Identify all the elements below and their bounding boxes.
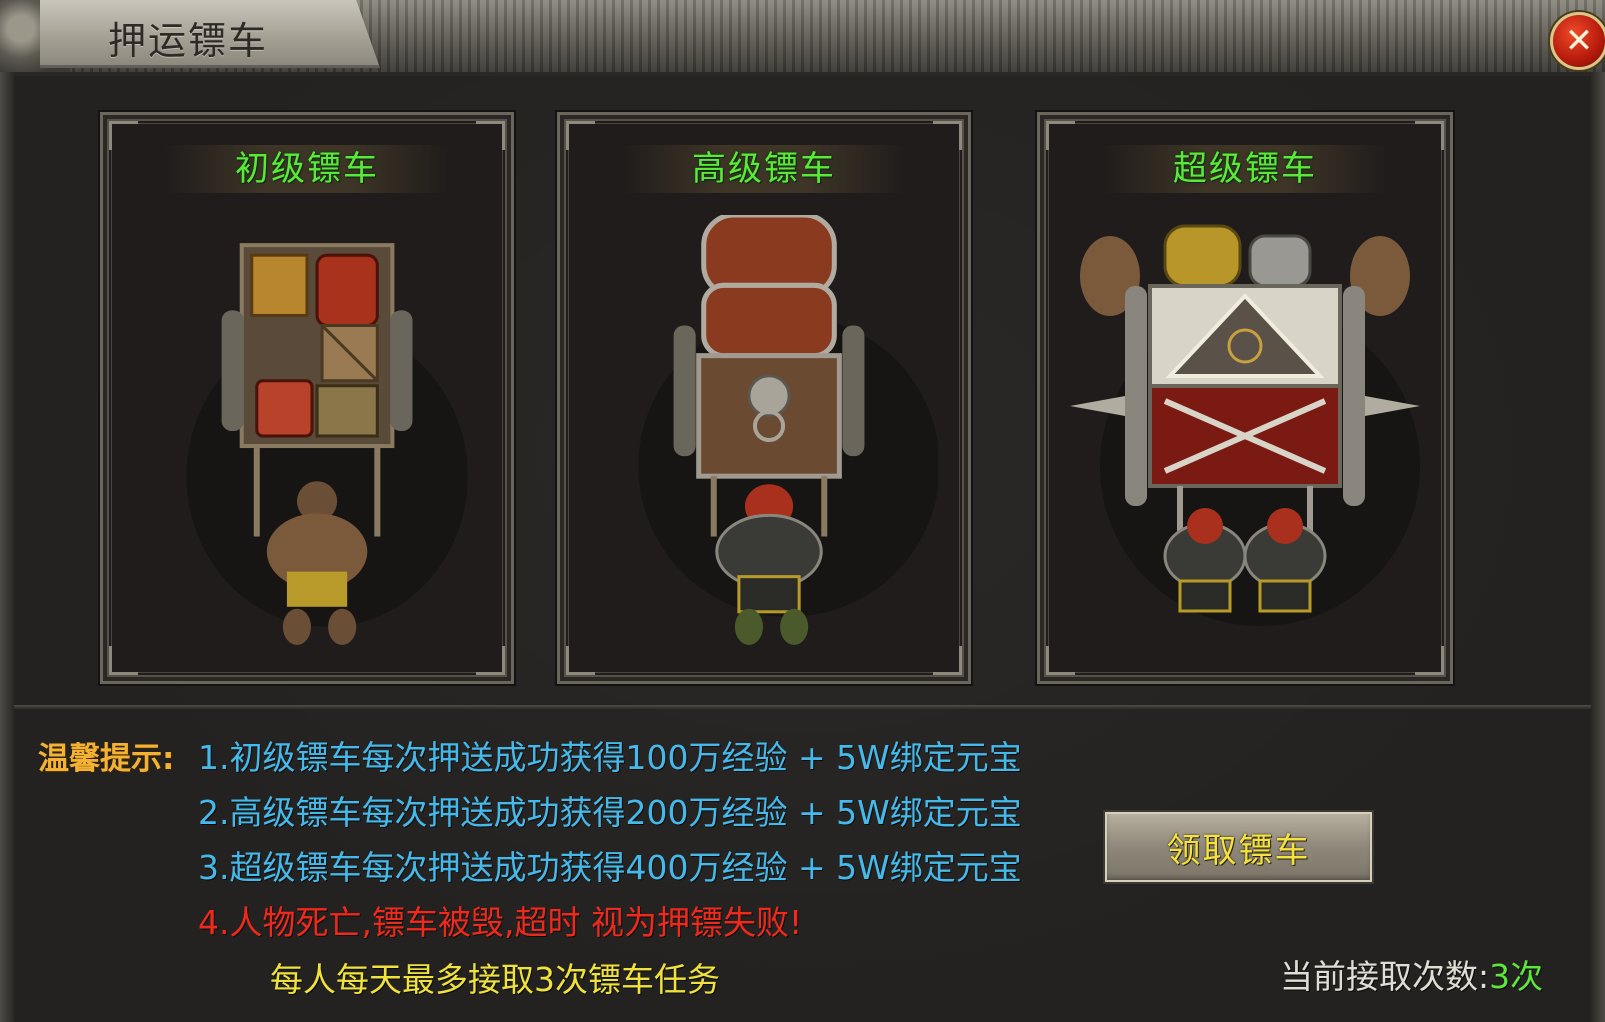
section-divider — [14, 705, 1591, 709]
cart-title-advanced: 高级镖车 — [560, 145, 968, 193]
frame-left — [0, 72, 14, 1022]
accept-cart-button[interactable]: 领取镖车 — [1103, 810, 1374, 884]
cart-card-basic[interactable]: 初级镖车 — [100, 112, 514, 684]
close-button[interactable]: ✕ — [1550, 12, 1605, 70]
accept-count-label: 当前接取次数: — [1280, 957, 1490, 996]
window-title: 押运镖车 — [108, 19, 269, 63]
tips-label: 温馨提示: — [38, 741, 175, 777]
tip-line-3: 3.超级镖车每次押送成功获得400万经验 + 5W绑定元宝 — [198, 848, 1022, 887]
tip-line-4: 4.人物死亡,镖车被毁,超时 视为押镖失败! — [198, 903, 803, 942]
advanced-cart-image — [590, 215, 938, 657]
accept-count: 当前接取次数:3次 — [1280, 950, 1543, 998]
tip-line-2: 2.高级镖车每次押送成功获得200万经验 + 5W绑定元宝 — [198, 793, 1022, 832]
cart-card-advanced[interactable]: 高级镖车 — [557, 112, 971, 684]
daily-limit-note: 每人每天最多接取3次镖车任务 — [270, 960, 720, 999]
accept-count-value: 3次 — [1489, 957, 1544, 996]
title-bar: 押运镖车 ✕ — [0, 0, 1605, 76]
escort-cart-window: 押运镖车 ✕ 初级镖车 高级镖车 超级镖车 温馨提示: 1.初级镖车每次押送成功… — [0, 0, 1605, 1022]
tip-line-1: 1.初级镖车每次押送成功获得100万经验 + 5W绑定元宝 — [198, 738, 1022, 777]
basic-cart-image — [133, 215, 481, 657]
cart-card-super[interactable]: 超级镖车 — [1037, 112, 1453, 684]
cart-title-basic: 初级镖车 — [103, 145, 511, 193]
super-cart-image — [1070, 215, 1420, 657]
frame-right — [1591, 72, 1605, 1022]
cart-title-super: 超级镖车 — [1040, 145, 1450, 193]
